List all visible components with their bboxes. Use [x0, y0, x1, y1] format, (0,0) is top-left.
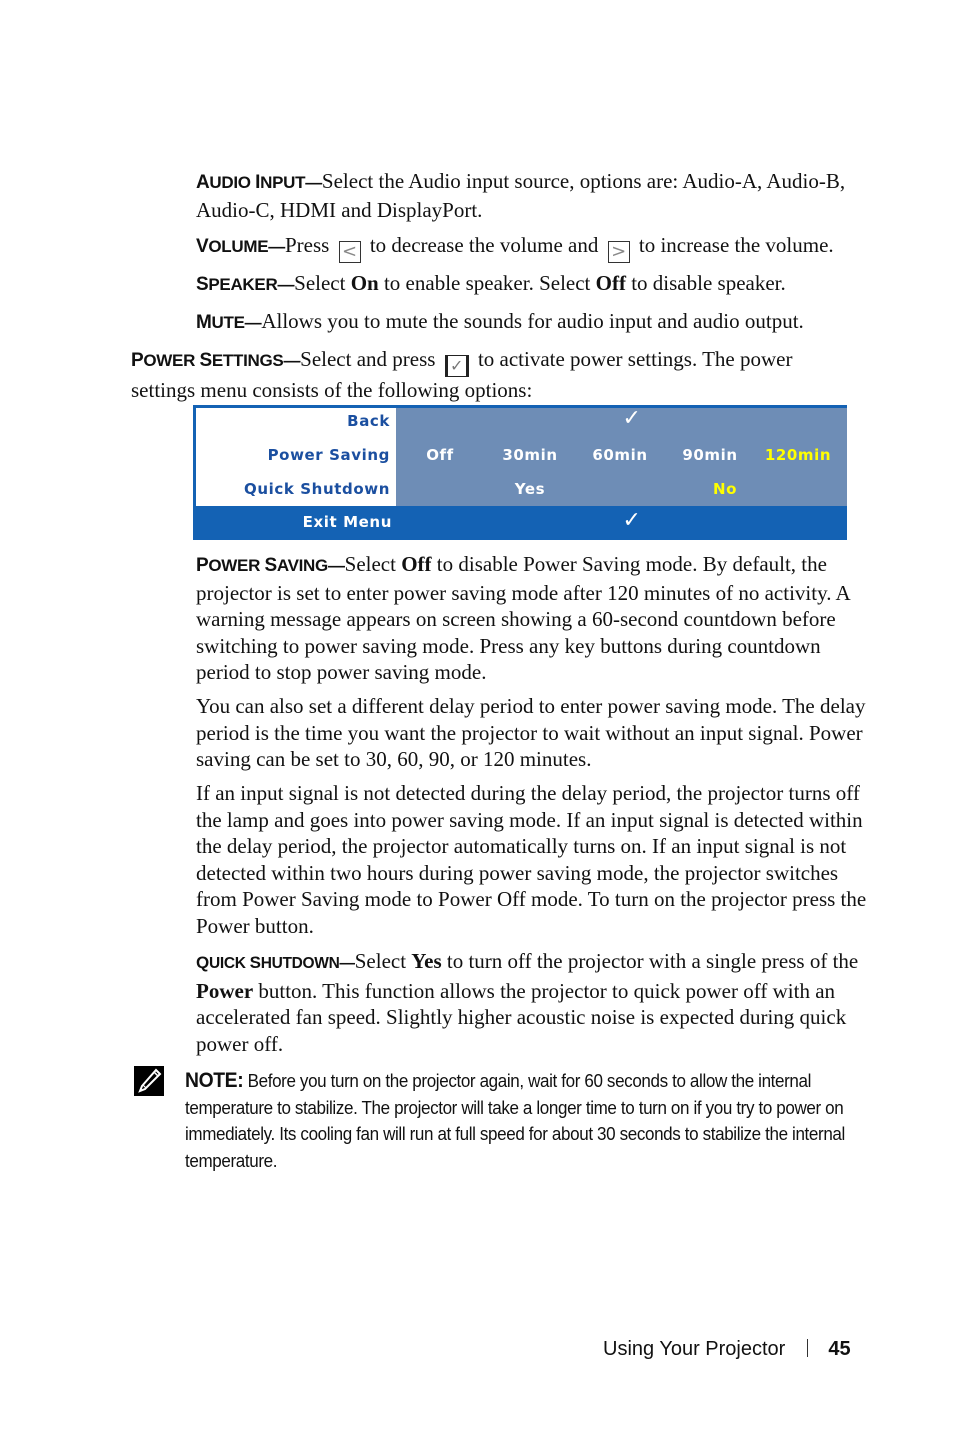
- osd-option-yes[interactable]: Yes: [515, 480, 545, 498]
- osd-exit-menu-row[interactable]: Exit Menu ✓: [193, 506, 847, 540]
- speaker-heading: SPEAKER—: [196, 274, 295, 295]
- power-settings-osd-menu: Back Power Saving Quick Shutdown ✓ Off 3…: [193, 405, 847, 540]
- mute-heading: MUTE—: [196, 312, 262, 333]
- page-number: 45: [828, 1338, 851, 1360]
- osd-exit-menu-label: Exit Menu: [302, 513, 392, 531]
- checkmark-button-icon: ✓: [444, 355, 469, 377]
- osd-option-panel: ✓ Off 30min 60min 90min 120min Yes No: [396, 405, 847, 506]
- note-paragraph: NOTE: Before you turn on the projector a…: [185, 1068, 875, 1174]
- volume-paragraph: VOLUME—Press < to decrease the volume an…: [196, 233, 834, 263]
- mute-paragraph: MUTE—Allows you to mute the sounds for a…: [196, 309, 804, 333]
- audio-input-heading: AUDIO INPUT—: [196, 172, 322, 193]
- footer-divider: [807, 1339, 809, 1357]
- pencil-note-icon: [134, 1066, 164, 1096]
- osd-exit-check-icon: ✓: [622, 508, 642, 533]
- volume-heading: VOLUME—: [196, 236, 285, 257]
- osd-option-off[interactable]: Off: [426, 446, 454, 464]
- osd-item-power-saving[interactable]: Power Saving: [268, 446, 390, 464]
- speaker-paragraph: SPEAKER—Select On to enable speaker. Sel…: [196, 271, 786, 295]
- right-arrow-icon: >: [607, 241, 630, 263]
- page-footer: Using Your Projector 45: [603, 1338, 851, 1361]
- osd-option-no[interactable]: No: [713, 480, 737, 498]
- osd-option-90min[interactable]: 90min: [682, 446, 737, 464]
- osd-item-quick-shutdown[interactable]: Quick Shutdown: [244, 480, 390, 498]
- osd-item-back[interactable]: Back: [347, 412, 390, 430]
- quick-shutdown-paragraph: QUICK SHUTDOWN—Select Yes to turn off th…: [196, 949, 859, 1056]
- audio-input-paragraph: AUDIO INPUT—Select the Audio input sourc…: [196, 168, 876, 223]
- quick-shutdown-heading: QUICK SHUTDOWN—: [196, 953, 355, 972]
- osd-back-check-icon[interactable]: ✓: [622, 406, 641, 431]
- power-saving-signal-paragraph: If an input signal is not detected durin…: [196, 781, 867, 938]
- osd-option-120min[interactable]: 120min: [765, 446, 831, 464]
- power-settings-paragraph: POWER SETTINGS—Select and press ✓ to act…: [131, 347, 793, 402]
- footer-section-title: Using Your Projector: [603, 1338, 786, 1360]
- left-arrow-icon: <: [338, 241, 361, 263]
- note-text: Before you turn on the projector again, …: [185, 1070, 845, 1171]
- osd-option-30min[interactable]: 30min: [502, 446, 557, 464]
- power-saving-heading: POWER SAVING—: [196, 555, 345, 576]
- power-saving-delay-paragraph: You can also set a different delay perio…: [196, 694, 866, 771]
- power-saving-paragraph: POWER SAVING—Select Off to disable Power…: [196, 552, 850, 684]
- osd-label-column: Back Power Saving Quick Shutdown: [193, 405, 396, 506]
- power-settings-heading: POWER SETTINGS—: [131, 350, 301, 371]
- note-label: NOTE:: [185, 1069, 244, 1092]
- osd-option-60min[interactable]: 60min: [592, 446, 647, 464]
